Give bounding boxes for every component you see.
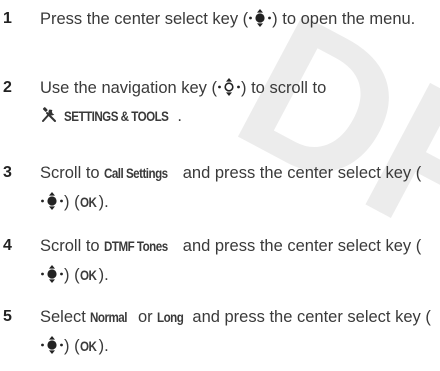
step-text: Select Normal or Long and press the cent…	[40, 303, 438, 361]
softkey-label-ok: OK	[79, 268, 97, 283]
step-number: 2	[3, 79, 12, 96]
option-normal: Normal	[90, 310, 128, 325]
center-select-key-icon	[41, 336, 63, 354]
step-text: Press the center select key ( ) to open t…	[40, 5, 438, 33]
menu-item-call-settings: Call Settings	[104, 166, 168, 181]
step-text: Scroll to Call Settings and press the ce…	[40, 159, 438, 217]
step-text-part: Scroll to	[40, 164, 105, 182]
step-text-part: ) (	[64, 193, 80, 211]
step-text-part: ).	[98, 266, 109, 284]
step-text-part: ) to scroll to	[241, 79, 327, 97]
step-text: Use the navigation key ( ) to scroll to S…	[40, 74, 438, 131]
step-number: 3	[3, 164, 12, 181]
step-text-part: Scroll to	[40, 237, 105, 255]
softkey-label-ok: OK	[79, 195, 97, 210]
step-text-part: Press the center select key (	[40, 10, 249, 28]
center-select-key-icon	[249, 9, 272, 27]
step-text-part: ) (	[64, 337, 80, 355]
step-text-part: Select	[40, 308, 91, 326]
step-text-part: and press the center select key (	[178, 164, 422, 182]
step-text-part: ).	[98, 193, 109, 211]
center-select-key-icon	[41, 265, 63, 283]
step-text-part: .	[177, 107, 183, 125]
step-text-part: Use the navigation key (	[40, 79, 218, 97]
menu-label-settings-tools: SETTINGS & TOOLS	[64, 109, 169, 124]
step-number: 4	[3, 237, 12, 254]
step-text-part: ).	[98, 337, 109, 355]
step-text-part: ) to open the menu.	[272, 10, 416, 28]
option-long: Long	[157, 310, 184, 325]
step-text-part: ) (	[64, 266, 80, 284]
step-text: Scroll to DTMF Tones and press the cente…	[40, 232, 438, 290]
center-select-key-icon	[41, 192, 63, 210]
menu-item-dtmf-tones: DTMF Tones	[104, 239, 168, 254]
step-text-part: and press the center select key (	[187, 308, 431, 326]
step-text-part: or	[133, 308, 158, 326]
softkey-label-ok: OK	[79, 339, 97, 354]
settings-tools-icon	[42, 107, 56, 122]
step-number: 1	[3, 10, 12, 27]
step-text-part: and press the center select key (	[178, 237, 422, 255]
step-number: 5	[3, 308, 12, 325]
navigation-key-icon	[218, 78, 240, 96]
